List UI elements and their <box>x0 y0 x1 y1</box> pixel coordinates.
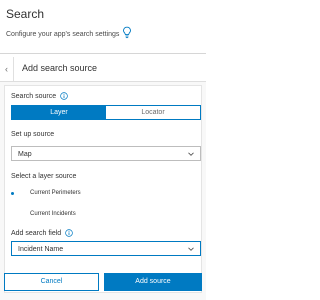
search-field-select[interactable]: Incident Name <box>11 241 201 256</box>
set-up-source-label: Set up source <box>11 131 55 138</box>
layer-item-perimeters[interactable]: Current Perimeters <box>30 189 81 197</box>
search-field-label-text: Add search field <box>11 230 62 237</box>
page-title: Search <box>6 7 45 21</box>
search-field-label: Add search field <box>11 229 73 238</box>
add-source-button[interactable]: Add source <box>104 273 202 291</box>
layer-item-incidents[interactable]: Current Incidents <box>30 210 76 218</box>
settings-card: Search source Layer Locator Set up sourc… <box>4 85 202 293</box>
nav-row: ‹ Add search source <box>0 57 206 81</box>
info-icon[interactable] <box>60 92 68 100</box>
layer-option[interactable]: Layer <box>12 106 106 119</box>
search-source-label-text: Search source <box>11 93 57 100</box>
cancel-button[interactable]: Cancel <box>4 273 99 291</box>
source-select-value: Map <box>18 151 32 158</box>
panel-header: Search Configure your app's search setti… <box>0 0 206 52</box>
search-source-label: Search source <box>11 92 68 101</box>
source-select[interactable]: Map <box>11 146 201 161</box>
header-divider <box>0 53 206 54</box>
lightbulb-icon[interactable] <box>122 26 132 40</box>
info-icon[interactable] <box>65 229 73 237</box>
page-subtitle: Configure your app's search settings <box>6 31 120 38</box>
back-button[interactable]: ‹ <box>0 57 14 81</box>
layer-source-label: Select a layer source <box>11 173 77 180</box>
search-field-value: Incident Name <box>18 246 64 253</box>
settings-panel: Search source Layer Locator Set up sourc… <box>0 82 206 300</box>
chevron-down-icon <box>188 247 194 251</box>
selected-indicator <box>11 192 14 195</box>
section-title: Add search source <box>22 63 98 73</box>
search-source-toggle: Layer Locator <box>11 105 201 120</box>
locator-option[interactable]: Locator <box>106 106 200 119</box>
chevron-down-icon <box>188 152 194 156</box>
